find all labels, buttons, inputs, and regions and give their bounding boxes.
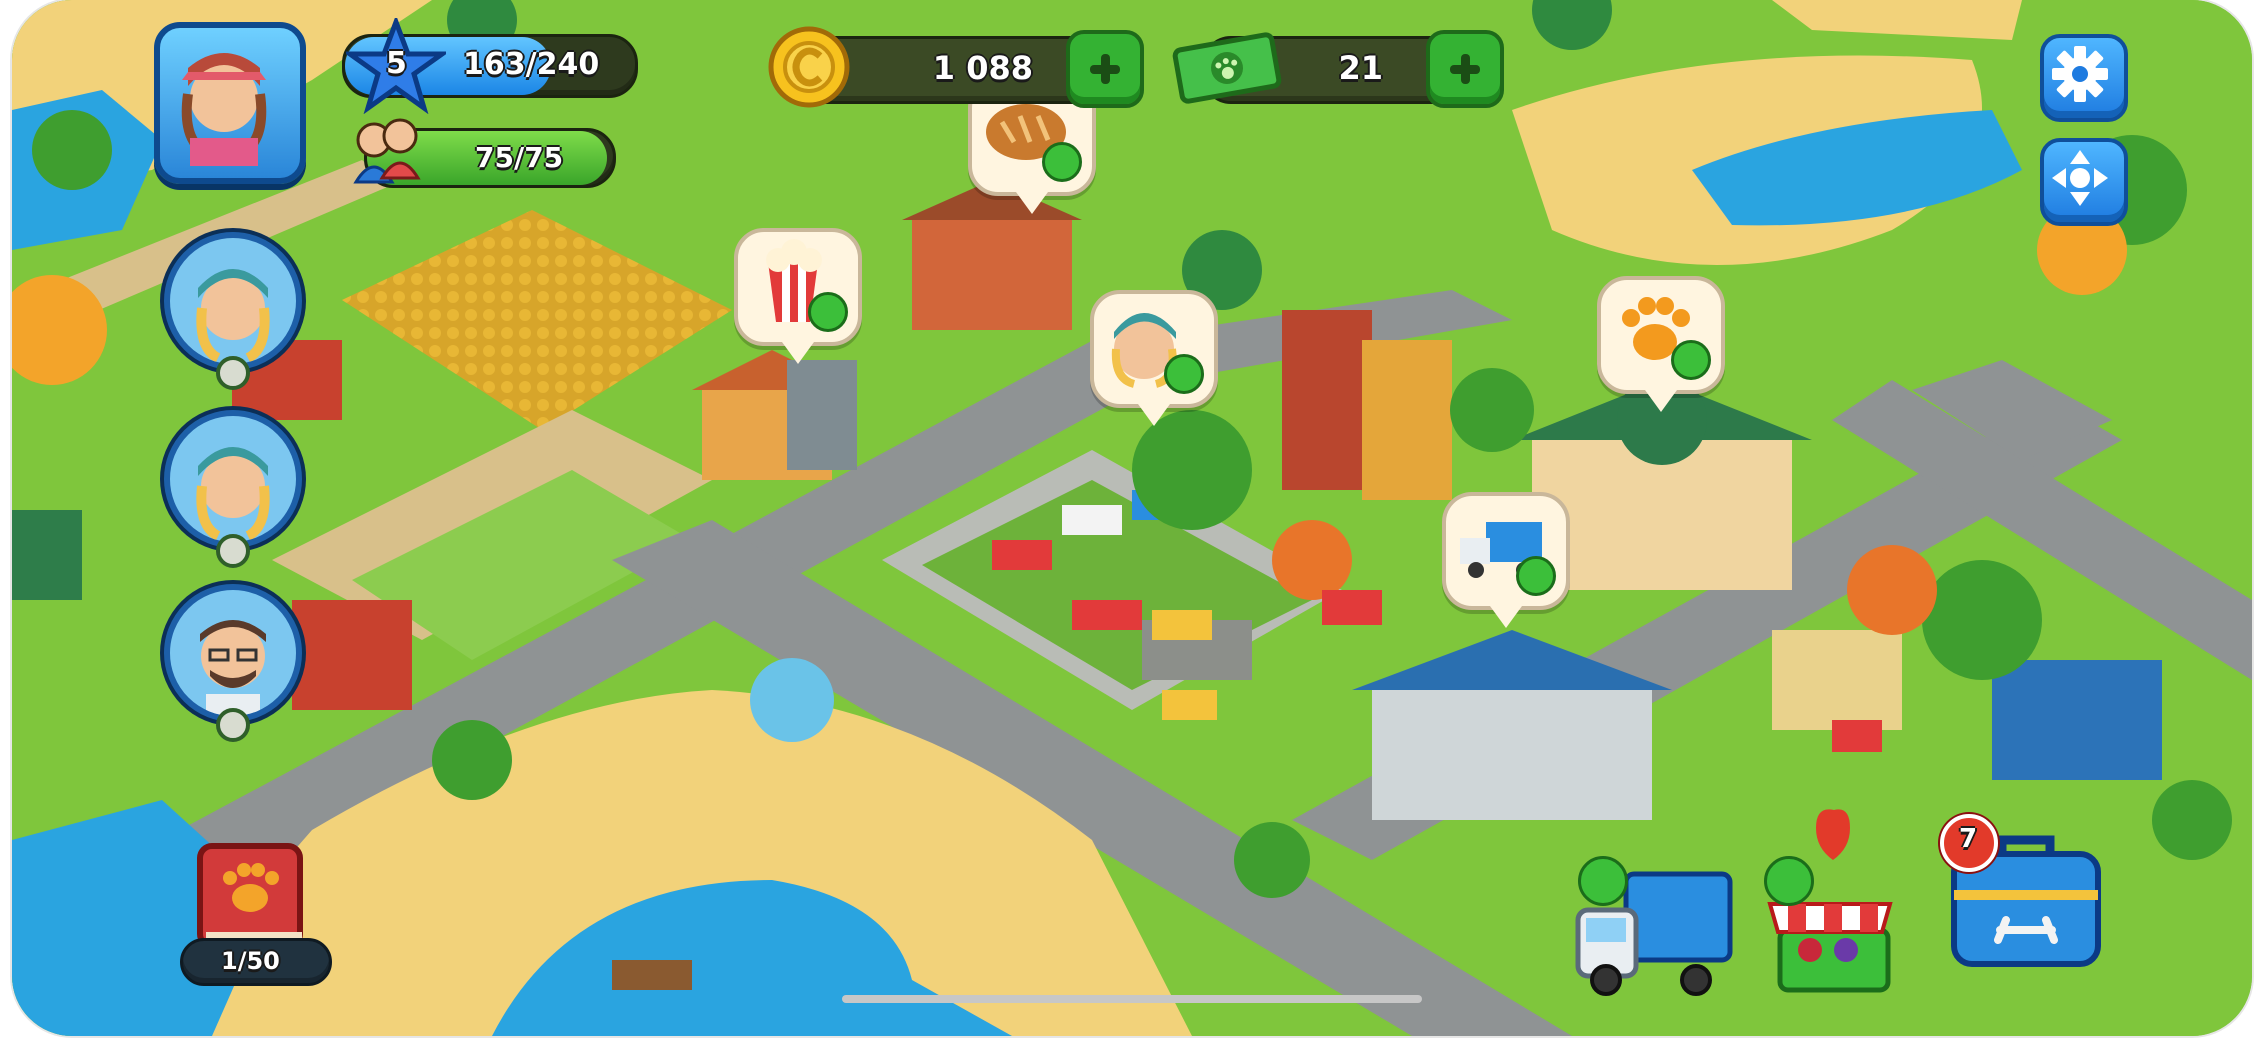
worker-status-dot	[216, 708, 250, 742]
worker-portrait-icon	[196, 447, 270, 541]
coins-value: 1 088	[932, 49, 1033, 87]
check-icon	[1578, 856, 1628, 906]
people-icon	[353, 118, 421, 184]
level-value: 5	[386, 46, 407, 81]
popcorn-ready-bubble[interactable]	[734, 228, 862, 364]
worker-avatar-3[interactable]	[164, 584, 302, 722]
cash-value: 21	[1338, 49, 1383, 87]
worker-avatar-1[interactable]	[164, 232, 302, 370]
game-screen: 163/240 5 75/75 1 088 21 1/50 7	[12, 0, 2252, 1036]
check-icon	[1764, 856, 1814, 906]
check-icon	[1516, 556, 1556, 596]
population-value: 75/75	[475, 141, 564, 174]
worker-avatar-2[interactable]	[164, 410, 302, 548]
xp-value: 163/240	[463, 47, 600, 82]
player-avatar[interactable]	[154, 22, 306, 184]
check-icon	[1042, 142, 1082, 182]
add-cash-button[interactable]	[1426, 30, 1504, 108]
album-progress-value: 1/50	[221, 947, 280, 975]
move-arrows-icon	[2052, 150, 2108, 206]
toolbox-badge-count: 7	[1959, 824, 1978, 854]
delivery-ready-bubble[interactable]	[1442, 492, 1570, 628]
check-icon	[808, 292, 848, 332]
worker-status-dot	[216, 534, 250, 568]
notification-badge: 7	[1940, 814, 1998, 872]
album-progress-bar: 1/50	[180, 938, 332, 986]
pet-ready-bubble[interactable]	[1597, 276, 1725, 412]
move-button[interactable]	[2040, 138, 2128, 226]
settings-button[interactable]	[2040, 34, 2128, 122]
worker-ready-bubble[interactable]	[1090, 290, 1218, 426]
worker-portrait-icon	[196, 269, 270, 363]
check-icon	[1164, 354, 1204, 394]
player-portrait-icon	[181, 53, 267, 166]
cash-icon	[1172, 32, 1282, 104]
check-icon	[1671, 340, 1711, 380]
add-coins-button[interactable]	[1066, 30, 1144, 108]
gear-icon	[2052, 46, 2108, 102]
worker-status-dot	[216, 356, 250, 390]
worker-portrait-icon	[200, 620, 266, 716]
coin-icon	[768, 26, 850, 108]
